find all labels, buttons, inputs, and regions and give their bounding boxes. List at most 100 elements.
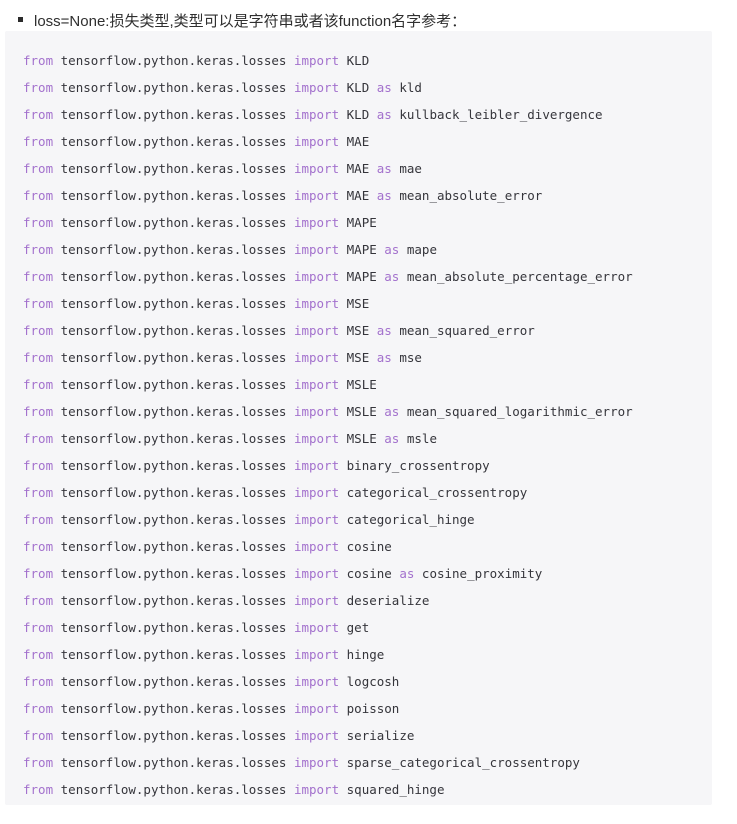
token-import_kw: import: [293, 593, 340, 608]
token-import_kw: import: [293, 350, 340, 365]
token-import_kw: import: [293, 782, 340, 797]
token-name: KLD: [346, 107, 370, 122]
token-module: tensorflow.python.keras.losses: [60, 188, 287, 203]
token-import_kw: import: [293, 674, 340, 689]
code-line: from tensorflow.python.keras.losses impo…: [5, 533, 712, 560]
token-module: tensorflow.python.keras.losses: [60, 647, 287, 662]
code-line: from tensorflow.python.keras.losses impo…: [5, 290, 712, 317]
token-alias: mean_squared_error: [399, 323, 535, 338]
code-line: from tensorflow.python.keras.losses impo…: [5, 47, 712, 74]
token-name: MAE: [346, 161, 370, 176]
token-module: tensorflow.python.keras.losses: [60, 377, 287, 392]
loss-parameter-heading: loss=None:损失类型,类型可以是字符串或者该function名字参考：: [0, 0, 737, 30]
token-from_kw: from: [23, 755, 54, 770]
token-alias: msle: [406, 431, 437, 446]
token-module: tensorflow.python.keras.losses: [60, 755, 287, 770]
token-module: tensorflow.python.keras.losses: [60, 323, 287, 338]
code-line: from tensorflow.python.keras.losses impo…: [5, 722, 712, 749]
token-import_kw: import: [293, 323, 340, 338]
code-line: from tensorflow.python.keras.losses impo…: [5, 263, 712, 290]
token-module: tensorflow.python.keras.losses: [60, 620, 287, 635]
token-name: cosine: [346, 539, 392, 554]
token-alias: mean_squared_logarithmic_error: [406, 404, 633, 419]
token-alias: mean_absolute_error: [399, 188, 543, 203]
code-line: from tensorflow.python.keras.losses impo…: [5, 425, 712, 452]
code-line: from tensorflow.python.keras.losses impo…: [5, 209, 712, 236]
token-name: MSE: [346, 350, 370, 365]
code-line: from tensorflow.python.keras.losses impo…: [5, 344, 712, 371]
token-name: deserialize: [346, 593, 430, 608]
token-import_kw: import: [293, 269, 340, 284]
code-line: from tensorflow.python.keras.losses impo…: [5, 560, 712, 587]
code-line: from tensorflow.python.keras.losses impo…: [5, 776, 712, 803]
token-import_kw: import: [293, 485, 340, 500]
token-as_kw: as: [376, 80, 392, 95]
token-name: KLD: [346, 80, 370, 95]
token-import_kw: import: [293, 80, 340, 95]
token-module: tensorflow.python.keras.losses: [60, 161, 287, 176]
code-line: from tensorflow.python.keras.losses impo…: [5, 128, 712, 155]
token-name: MSE: [346, 296, 370, 311]
token-module: tensorflow.python.keras.losses: [60, 539, 287, 554]
token-from_kw: from: [23, 566, 54, 581]
code-line: from tensorflow.python.keras.losses impo…: [5, 506, 712, 533]
token-import_kw: import: [293, 539, 340, 554]
code-line: from tensorflow.python.keras.losses impo…: [5, 479, 712, 506]
token-module: tensorflow.python.keras.losses: [60, 107, 287, 122]
token-import_kw: import: [293, 728, 340, 743]
token-alias: mean_absolute_percentage_error: [406, 269, 633, 284]
token-as_kw: as: [384, 269, 400, 284]
token-alias: mae: [399, 161, 422, 176]
token-name: MSE: [346, 323, 370, 338]
token-import_kw: import: [293, 755, 340, 770]
token-import_kw: import: [293, 53, 340, 68]
token-as_kw: as: [376, 350, 392, 365]
token-from_kw: from: [23, 188, 54, 203]
token-from_kw: from: [23, 350, 54, 365]
token-module: tensorflow.python.keras.losses: [60, 485, 287, 500]
code-line: from tensorflow.python.keras.losses impo…: [5, 74, 712, 101]
page-title: loss=None:损失类型,类型可以是字符串或者该function名字参考：: [34, 13, 467, 30]
token-import_kw: import: [293, 134, 340, 149]
token-from_kw: from: [23, 269, 54, 284]
token-alias: kld: [399, 80, 422, 95]
code-line: from tensorflow.python.keras.losses impo…: [5, 371, 712, 398]
token-name: get: [346, 620, 370, 635]
token-module: tensorflow.python.keras.losses: [60, 674, 287, 689]
token-name: hinge: [346, 647, 385, 662]
code-line: from tensorflow.python.keras.losses impo…: [5, 398, 712, 425]
token-from_kw: from: [23, 458, 54, 473]
token-import_kw: import: [293, 458, 340, 473]
token-alias: mse: [399, 350, 422, 365]
token-from_kw: from: [23, 512, 54, 527]
token-import_kw: import: [293, 647, 340, 662]
token-name: binary_crossentropy: [346, 458, 490, 473]
token-from_kw: from: [23, 377, 54, 392]
token-from_kw: from: [23, 323, 54, 338]
token-import_kw: import: [293, 242, 340, 257]
token-name: categorical_hinge: [346, 512, 475, 527]
token-as_kw: as: [376, 323, 392, 338]
token-import_kw: import: [293, 161, 340, 176]
token-from_kw: from: [23, 647, 54, 662]
token-module: tensorflow.python.keras.losses: [60, 458, 287, 473]
documentation-page: loss=None:损失类型,类型可以是字符串或者该function名字参考： …: [0, 0, 737, 805]
token-name: MAE: [346, 134, 370, 149]
token-name: categorical_crossentropy: [346, 485, 528, 500]
token-from_kw: from: [23, 620, 54, 635]
token-from_kw: from: [23, 782, 54, 797]
token-name: MAPE: [346, 242, 377, 257]
token-module: tensorflow.python.keras.losses: [60, 701, 287, 716]
code-block-losses-imports[interactable]: from tensorflow.python.keras.losses impo…: [5, 31, 712, 805]
token-module: tensorflow.python.keras.losses: [60, 593, 287, 608]
token-module: tensorflow.python.keras.losses: [60, 53, 287, 68]
token-name: serialize: [346, 728, 415, 743]
token-alias: kullback_leibler_divergence: [399, 107, 603, 122]
token-name: MAPE: [346, 269, 377, 284]
token-as_kw: as: [384, 404, 400, 419]
token-alias: cosine_proximity: [421, 566, 543, 581]
token-name: MAE: [346, 188, 370, 203]
token-alias: mape: [406, 242, 437, 257]
token-import_kw: import: [293, 566, 340, 581]
code-line: from tensorflow.python.keras.losses impo…: [5, 668, 712, 695]
